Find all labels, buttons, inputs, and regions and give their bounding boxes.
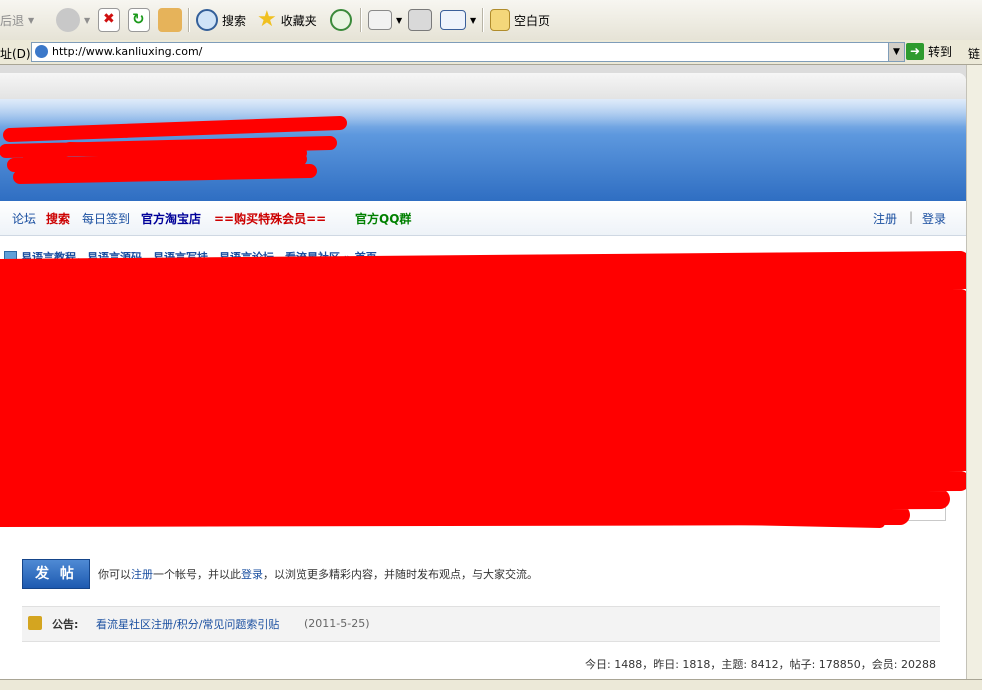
blank-page-icon [490, 9, 510, 31]
chevron-down-icon: ▼ [396, 15, 403, 25]
browser-toolbar: 后退 ▼ ▼ ✖ ↻ 搜索 ★ 收藏夹 ▼ ▼ 空白页 [0, 0, 982, 41]
nav-divider: | [909, 210, 914, 224]
chevron-down-icon: ▼ [84, 15, 91, 25]
announcement-label: 公告: [52, 618, 79, 631]
announcement-date: (2011-5-25) [304, 617, 370, 630]
chevron-down-icon: ▼ [28, 15, 35, 25]
search-icon [196, 9, 218, 31]
history-icon [330, 9, 352, 31]
grid-divider [638, 262, 639, 520]
home-icon [158, 8, 182, 32]
forum-stats: 今日: 1488，昨日: 1818，主题: 8412，帖子: 178850，会员… [585, 658, 936, 671]
stop-button[interactable]: ✖ [98, 6, 120, 34]
back-button[interactable]: 后退 ▼ [0, 6, 34, 34]
go-arrow-icon: ➜ [906, 43, 924, 60]
nav-buy-vip[interactable]: ==购买特殊会员== [214, 210, 326, 227]
address-bar: 址(D) http://www.kanliuxing.com/ ▼ ➜ 转到 链 [0, 40, 982, 65]
go-label: 转到 [928, 45, 953, 59]
announcement-bar: 公告: 看流星社区注册/积分/常见问题索引贴 (2011-5-25) [22, 606, 940, 642]
speaker-icon [28, 616, 42, 630]
nav-register[interactable]: 注册 [873, 210, 897, 227]
history-button[interactable] [330, 6, 352, 34]
print-button[interactable] [408, 6, 432, 34]
mail-icon [368, 10, 392, 30]
page-viewport: 论坛 搜索 每日签到 官方淘宝店 ==购买特殊会员== 官方QQ群 注册 | 登… [0, 65, 966, 679]
guest-notice-prefix: 你可以 [98, 568, 131, 581]
address-dropdown-icon[interactable]: ▼ [888, 43, 904, 61]
main-nav: 论坛 搜索 每日签到 官方淘宝店 ==购买特殊会员== 官方QQ群 注册 | 登… [0, 201, 966, 236]
search-label: 搜索 [222, 13, 247, 28]
toolbar-separator [188, 8, 190, 32]
nav-qq-group[interactable]: 官方QQ群 [355, 210, 411, 227]
site-banner [0, 99, 966, 201]
toolbar-separator [360, 8, 362, 32]
star-icon: ★ [257, 7, 277, 32]
ie-page-icon [35, 45, 48, 58]
header-top-band [0, 73, 966, 99]
register-link[interactable]: 注册 [131, 568, 153, 581]
featured-threads-grid [18, 261, 946, 521]
new-post-button[interactable]: 发 帖 [22, 559, 90, 589]
status-bar [0, 679, 982, 690]
address-input[interactable]: http://www.kanliuxing.com/ ▼ [31, 42, 905, 62]
vertical-scrollbar[interactable] [966, 65, 982, 679]
favorites-label: 收藏夹 [280, 13, 317, 28]
refresh-icon: ↻ [128, 8, 150, 32]
print-icon [408, 9, 432, 31]
nav-taobao-shop[interactable]: 官方淘宝店 [141, 210, 201, 227]
nav-search[interactable]: 搜索 [46, 210, 70, 227]
blank-page-button[interactable]: 空白页 [490, 6, 550, 34]
toolbar-separator [482, 8, 484, 32]
guest-notice-suffix: ，以浏览更多精彩内容，并随时发布观点，与大家交流。 [263, 568, 538, 581]
guest-notice-middle: 一个帐号，并以此 [153, 568, 241, 581]
go-button[interactable]: ➜ 转到 [906, 43, 952, 60]
banner-sheen [0, 99, 966, 127]
mail-button[interactable]: ▼ [368, 6, 402, 34]
chevron-down-icon: ▼ [470, 15, 477, 25]
edit-page-icon [440, 10, 466, 30]
links-label[interactable]: 链 [968, 45, 980, 62]
forward-button[interactable]: ▼ [56, 6, 90, 34]
refresh-button[interactable]: ↻ [128, 6, 150, 34]
grid-divider [333, 262, 334, 520]
blank-page-label: 空白页 [514, 13, 551, 28]
web-page: 论坛 搜索 每日签到 官方淘宝店 ==购买特殊会员== 官方QQ群 注册 | 登… [0, 73, 966, 679]
address-url: http://www.kanliuxing.com/ [52, 45, 203, 58]
nav-login[interactable]: 登录 [922, 210, 946, 227]
announcement-link[interactable]: 看流星社区注册/积分/常见问题索引贴 [96, 616, 279, 632]
nav-forum[interactable]: 论坛 [12, 210, 36, 227]
search-button[interactable]: 搜索 [196, 6, 246, 34]
favorites-button[interactable]: ★ 收藏夹 [257, 6, 317, 34]
guest-notice: 你可以注册一个帐号，并以此登录，以浏览更多精彩内容，并随时发布观点，与大家交流。 [98, 566, 538, 582]
edit-button[interactable]: ▼ [440, 6, 476, 34]
stop-icon: ✖ [98, 8, 120, 32]
back-label: 后退 [0, 13, 25, 28]
home-icon[interactable] [4, 250, 17, 264]
home-button[interactable] [158, 6, 182, 34]
forward-arrow-icon [56, 8, 80, 32]
address-label: 址(D) [0, 47, 31, 61]
login-link[interactable]: 登录 [241, 568, 263, 581]
nav-checkin[interactable]: 每日签到 [82, 210, 130, 227]
